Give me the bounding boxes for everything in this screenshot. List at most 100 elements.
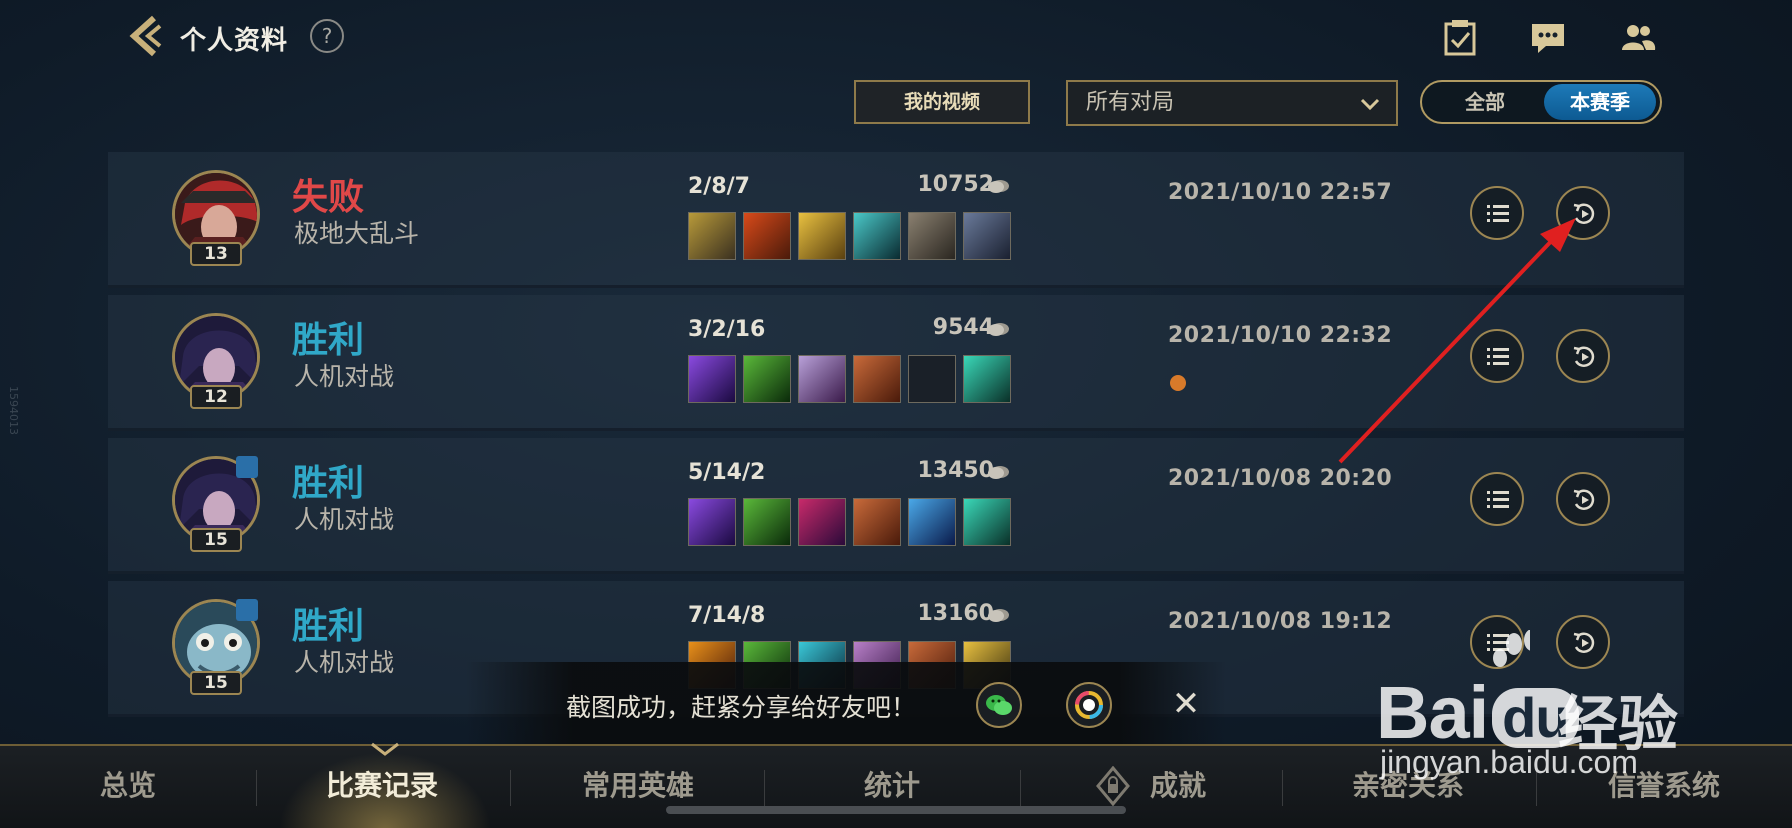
my-videos-button[interactable]: 我的视频	[854, 80, 1030, 124]
item-slot-icon[interactable]	[908, 498, 956, 546]
watermark-url: jingyan.baidu.com	[1380, 744, 1638, 780]
match-result: 胜利	[292, 463, 365, 504]
item-slot-icon[interactable]	[743, 355, 791, 403]
list-icon	[1487, 348, 1509, 365]
empty-item-slot	[908, 355, 956, 403]
moments-share-button[interactable]	[1066, 682, 1112, 728]
checklist-icon[interactable]	[1440, 18, 1480, 58]
tab-achievements[interactable]: 成就	[1146, 764, 1210, 804]
kda: 3/2/16	[688, 317, 766, 342]
gold-earned: 9544	[932, 315, 994, 340]
game-filter-select[interactable]: 所有对局	[1066, 80, 1398, 126]
game-mode: 人机对战	[294, 362, 395, 391]
item-slot-icon[interactable]	[853, 212, 901, 260]
tab-match-history[interactable]: 比赛记录	[320, 764, 444, 804]
home-indicator[interactable]	[666, 806, 1126, 814]
match-result: 胜利	[292, 320, 365, 361]
toggle-all[interactable]: 全部	[1426, 84, 1544, 120]
match-result: 胜利	[292, 606, 365, 647]
match-result: 失败	[292, 177, 365, 218]
tab-divider	[510, 770, 511, 806]
match-details-button[interactable]	[1470, 186, 1524, 240]
party-icon	[236, 599, 258, 621]
item-slot-icon[interactable]	[798, 355, 846, 403]
item-slot-icon[interactable]	[798, 212, 846, 260]
replay-button[interactable]	[1556, 329, 1610, 383]
chevron-down-icon	[1360, 98, 1380, 111]
lock-icon	[1096, 766, 1130, 806]
game-filter-value: 所有对局	[1086, 90, 1175, 115]
kda: 7/14/8	[688, 603, 766, 628]
match-row[interactable]: 12 胜利 人机对战 3/2/16 9544 2021/10/10 22:32	[108, 295, 1684, 431]
game-mode: 人机对战	[294, 648, 395, 677]
replay-button[interactable]	[1556, 186, 1610, 240]
match-date: 2021/10/10 22:57	[1168, 180, 1393, 205]
match-details-button[interactable]	[1470, 472, 1524, 526]
kda: 2/8/7	[688, 174, 750, 199]
season-toggle: 全部 本赛季	[1420, 80, 1662, 124]
tab-divider	[1020, 770, 1021, 806]
match-row[interactable]: 13 失败 极地大乱斗 2/8/7 10752 2021/10/10 22:57	[108, 152, 1684, 288]
friends-icon[interactable]	[1618, 18, 1658, 58]
replay-icon	[1573, 489, 1595, 511]
toast-message: 截图成功，赶紧分享给好友吧！	[566, 693, 917, 722]
list-icon	[1487, 205, 1509, 222]
help-icon[interactable]: ?	[310, 19, 344, 53]
item-slot-icon[interactable]	[688, 498, 736, 546]
item-slot-icon[interactable]	[688, 212, 736, 260]
toggle-current-season[interactable]: 本赛季	[1544, 84, 1656, 120]
tab-stats[interactable]: 统计	[860, 764, 924, 804]
replay-button[interactable]	[1556, 472, 1610, 526]
match-details-button[interactable]	[1470, 329, 1524, 383]
replay-icon	[1573, 203, 1595, 225]
wechat-icon	[986, 695, 1012, 715]
item-slot-icon[interactable]	[798, 498, 846, 546]
trinket-slot-icon[interactable]	[963, 355, 1011, 403]
game-mode: 极地大乱斗	[294, 219, 420, 248]
gold-coin-icon	[988, 180, 1009, 193]
champion-level: 13	[190, 242, 242, 266]
active-tab-caret-icon	[371, 742, 399, 756]
gold-coin-icon	[988, 323, 1009, 336]
game-mode: 人机对战	[294, 505, 395, 534]
champion-level: 12	[190, 385, 242, 409]
tab-divider	[256, 770, 257, 806]
trinket-slot-icon[interactable]	[963, 498, 1011, 546]
top-bar: 个人资料 ?	[0, 0, 1792, 76]
moments-icon	[1075, 691, 1103, 719]
replay-icon	[1573, 346, 1595, 368]
trinket-slot-icon[interactable]	[963, 212, 1011, 260]
item-slot-icon[interactable]	[743, 498, 791, 546]
baidu-watermark: Bai du 经验 jingyan.baidu.com	[1370, 630, 1792, 790]
item-slot-icon[interactable]	[908, 212, 956, 260]
match-row[interactable]: 15 胜利 人机对战 5/14/2 13450 2021/10/08 20:20	[108, 438, 1684, 574]
champion-level: 15	[190, 528, 242, 552]
honor-badge-icon	[1170, 375, 1186, 391]
match-date: 2021/10/08 19:12	[1168, 609, 1393, 634]
match-date: 2021/10/08 20:20	[1168, 466, 1393, 491]
baidu-logo-text: Bai du	[1376, 670, 1579, 755]
side-id-text: 1594013	[7, 386, 20, 435]
item-slot-icon[interactable]	[853, 498, 901, 546]
tab-overview[interactable]: 总览	[96, 764, 160, 804]
tab-favorite-champions[interactable]: 常用英雄	[576, 764, 700, 804]
screenshot-toast: 截图成功，赶紧分享给好友吧！ ✕	[466, 662, 1226, 746]
gold-earned: 13450	[917, 458, 994, 483]
back-icon[interactable]	[124, 14, 168, 58]
party-icon	[236, 456, 258, 478]
gold-earned: 10752	[917, 172, 994, 197]
gold-coin-icon	[988, 466, 1009, 479]
page-title: 个人资料	[180, 26, 289, 56]
item-slot-icon[interactable]	[853, 355, 901, 403]
match-date: 2021/10/10 22:32	[1168, 323, 1393, 348]
tab-divider	[764, 770, 765, 806]
filter-bar: 我的视频 所有对局 全部 本赛季	[0, 80, 1792, 130]
item-slot-icon[interactable]	[688, 355, 736, 403]
kda: 5/14/2	[688, 460, 766, 485]
item-slot-icon[interactable]	[743, 212, 791, 260]
champion-level: 15	[190, 671, 242, 695]
close-icon[interactable]: ✕	[1166, 684, 1206, 724]
wechat-share-button[interactable]	[976, 682, 1022, 728]
tab-divider	[1282, 770, 1283, 806]
chat-icon[interactable]	[1528, 18, 1568, 58]
